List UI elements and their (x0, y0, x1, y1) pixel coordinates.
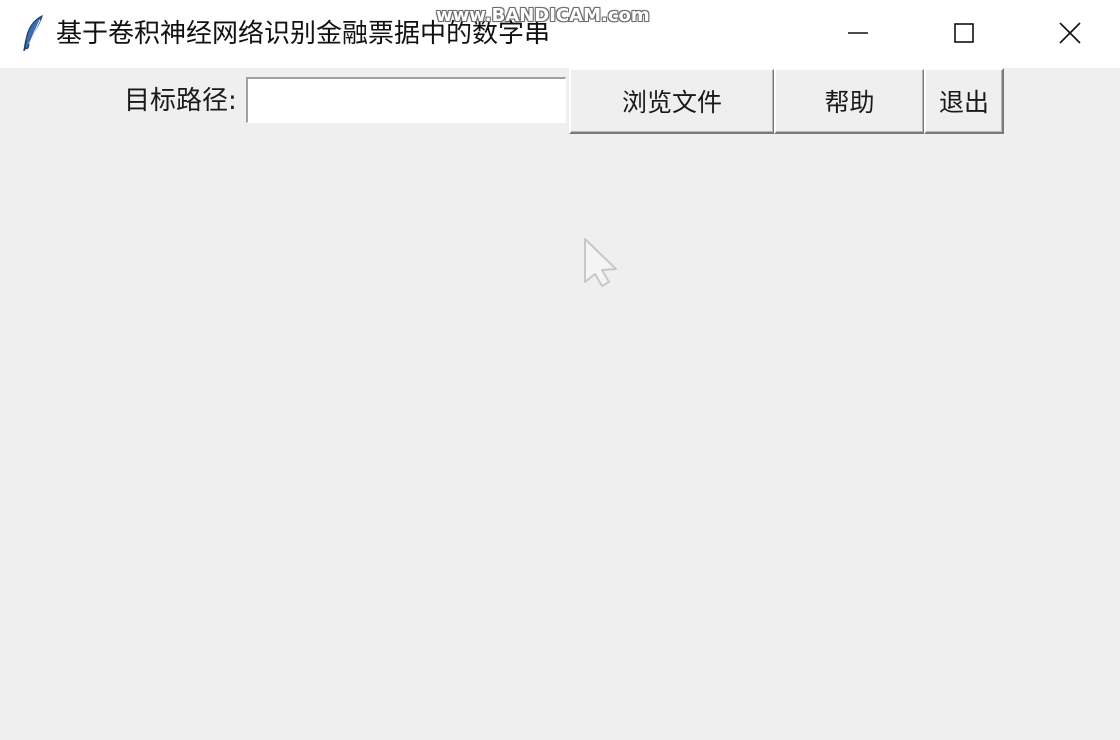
target-path-input[interactable] (246, 77, 566, 123)
exit-button[interactable]: 退出 (924, 68, 1004, 134)
close-icon (1058, 21, 1082, 45)
mouse-cursor-icon (580, 236, 622, 288)
target-path-label: 目标路径: (124, 86, 237, 116)
close-button[interactable] (1020, 0, 1120, 66)
browse-file-button[interactable]: 浏览文件 (569, 68, 775, 134)
maximize-button[interactable] (914, 0, 1014, 66)
minimize-icon (847, 22, 869, 44)
app-window: 基于卷积神经网络识别金融票据中的数字串 www.BANDICAM.com 目标路… (0, 0, 1120, 740)
minimize-button[interactable] (808, 0, 908, 66)
help-button[interactable]: 帮助 (774, 68, 925, 134)
title-bar[interactable]: 基于卷积神经网络识别金融票据中的数字串 www.BANDICAM.com (0, 0, 1120, 68)
maximize-icon (953, 22, 975, 44)
feather-icon (20, 14, 48, 52)
recorder-watermark: www.BANDICAM.com (436, 5, 650, 26)
